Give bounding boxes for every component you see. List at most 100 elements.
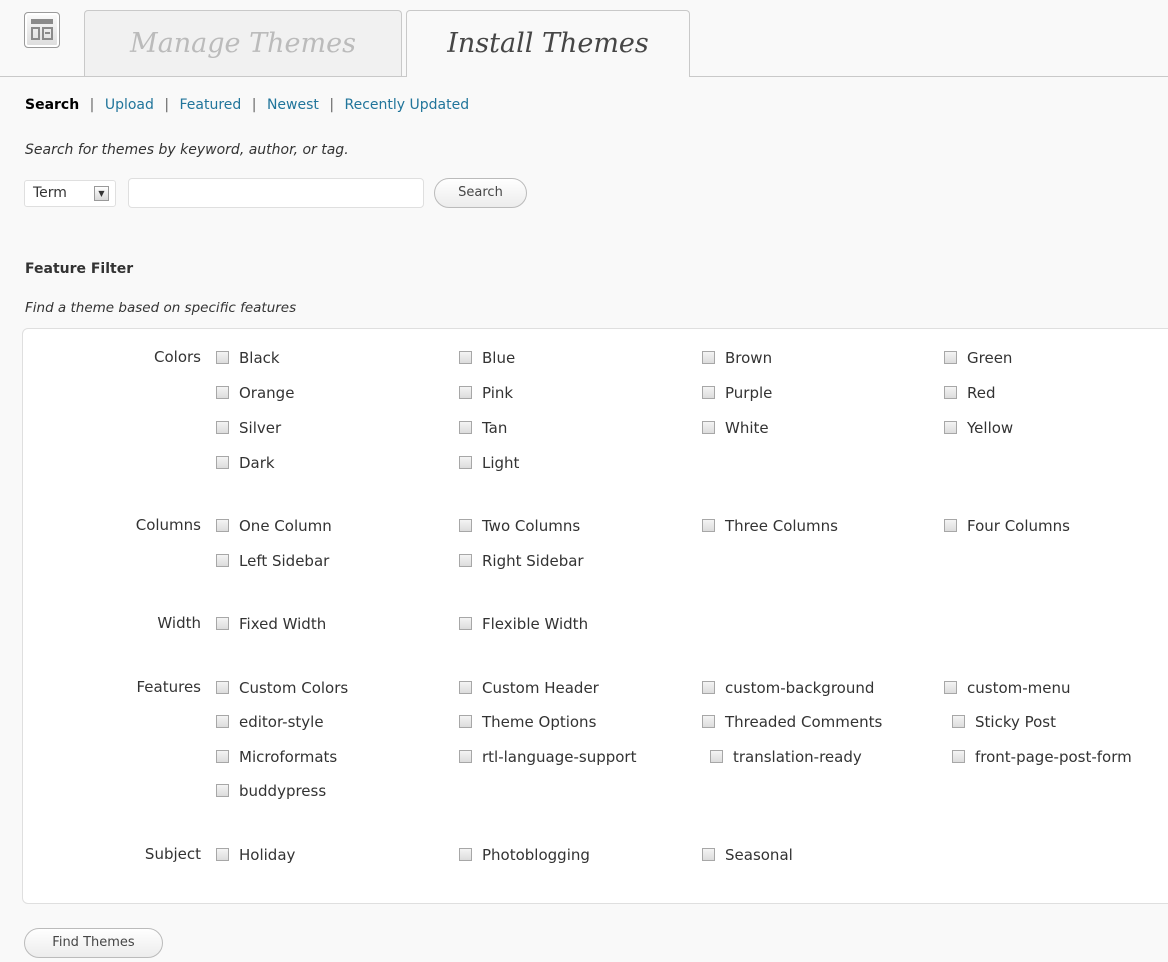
filter-checkbox[interactable] — [944, 519, 957, 532]
filter-checkbox[interactable] — [216, 519, 229, 532]
filter-checkbox[interactable] — [944, 681, 957, 694]
filter-option-label: Green — [967, 349, 1013, 367]
filter-option-label: Four Columns — [967, 517, 1070, 535]
filter-checkbox[interactable] — [216, 784, 229, 797]
filter-group-label-columns: Columns — [135, 516, 201, 534]
search-input[interactable] — [128, 178, 424, 208]
filter-option-label: Tan — [482, 419, 508, 437]
filter-option-label: custom-menu — [967, 679, 1071, 697]
filter-checkbox[interactable] — [459, 386, 472, 399]
filter-checkbox[interactable] — [944, 351, 957, 364]
filter-checkbox[interactable] — [216, 750, 229, 763]
filter-option-label: front-page-post-form — [975, 748, 1132, 766]
filter-checkbox[interactable] — [216, 617, 229, 630]
subnav-separator: | — [251, 97, 257, 113]
filter-option-label: Purple — [725, 384, 773, 402]
filter-checkbox[interactable] — [944, 421, 957, 434]
filter-checkbox[interactable] — [710, 750, 723, 763]
subnav-link-newest[interactable]: Newest — [267, 97, 319, 113]
filter-checkbox[interactable] — [216, 351, 229, 364]
filter-checkbox[interactable] — [216, 848, 229, 861]
filter-option-label: Silver — [239, 419, 282, 437]
filter-checkbox[interactable] — [216, 456, 229, 469]
filter-checkbox[interactable] — [459, 421, 472, 434]
filter-option-label: Light — [482, 454, 520, 472]
subnav-separator: | — [89, 97, 95, 113]
filter-checkbox[interactable] — [459, 617, 472, 630]
subnav-link-featured[interactable]: Featured — [180, 97, 242, 113]
filter-checkbox[interactable] — [216, 386, 229, 399]
filter-option-label: Custom Colors — [239, 679, 349, 697]
dropdown-arrow-icon: ▼ — [94, 186, 109, 201]
filter-option-label: Pink — [482, 384, 514, 402]
filter-group-label-subject: Subject — [144, 845, 201, 863]
filter-option-label: buddypress — [239, 782, 327, 800]
filter-option-label: Theme Options — [482, 713, 597, 731]
feature-filter-title: Feature Filter — [25, 261, 134, 277]
search-help-text: Search for themes by keyword, author, or… — [25, 142, 349, 158]
filter-checkbox[interactable] — [459, 848, 472, 861]
filter-checkbox[interactable] — [459, 351, 472, 364]
filter-option-label: Dark — [239, 454, 275, 472]
filter-option-label: Seasonal — [725, 846, 793, 864]
filter-group-label-features: Features — [136, 678, 202, 696]
filter-option-label: Right Sidebar — [482, 552, 584, 570]
filter-checkbox[interactable] — [216, 681, 229, 694]
filter-option-label: editor-style — [239, 713, 324, 731]
filter-checkbox[interactable] — [459, 456, 472, 469]
filter-option-label: rtl-language-support — [482, 748, 637, 766]
filter-option-label: Photoblogging — [482, 846, 590, 864]
search-type-value: Term — [33, 185, 67, 201]
filter-option-label: Sticky Post — [975, 713, 1056, 731]
search-type-select[interactable]: Term ▼ — [24, 180, 116, 207]
filter-checkbox[interactable] — [216, 715, 229, 728]
tab-manage-themes[interactable]: Manage Themes — [84, 10, 402, 76]
filter-group-label-width: Width — [157, 614, 201, 632]
subnav-search-current: Search — [25, 97, 80, 113]
filter-option-label: One Column — [239, 517, 332, 535]
filter-option-label: Flexible Width — [482, 615, 589, 633]
filter-option-label: Two Columns — [482, 517, 581, 535]
filter-option-label: Threaded Comments — [725, 713, 883, 731]
filter-checkbox[interactable] — [952, 750, 965, 763]
filter-option-label: Left Sidebar — [239, 552, 330, 570]
filter-checkbox[interactable] — [702, 386, 715, 399]
filter-checkbox[interactable] — [952, 715, 965, 728]
filter-option-label: Custom Header — [482, 679, 599, 697]
filter-group-label-colors: Colors — [154, 348, 201, 366]
filter-option-label: Brown — [725, 349, 773, 367]
filter-checkbox[interactable] — [459, 554, 472, 567]
subnav-link-upload[interactable]: Upload — [105, 97, 154, 113]
filter-option-label: Yellow — [967, 419, 1014, 437]
subnav-separator: | — [329, 97, 335, 113]
filter-checkbox[interactable] — [459, 715, 472, 728]
filter-checkbox[interactable] — [702, 519, 715, 532]
filter-checkbox[interactable] — [702, 715, 715, 728]
filter-checkbox[interactable] — [944, 386, 957, 399]
tab-install-themes[interactable]: Install Themes — [406, 10, 690, 77]
filter-checkbox[interactable] — [216, 421, 229, 434]
filter-checkbox[interactable] — [459, 750, 472, 763]
filter-option-label: Blue — [482, 349, 516, 367]
filter-option-label: Holiday — [239, 846, 296, 864]
filter-checkbox[interactable] — [459, 519, 472, 532]
appearance-icon — [24, 12, 60, 48]
filter-option-label: Three Columns — [725, 517, 838, 535]
filter-option-label: Microformats — [239, 748, 338, 766]
filter-checkbox[interactable] — [702, 681, 715, 694]
subnav-link-recently-updated[interactable]: Recently Updated — [345, 97, 470, 113]
filter-option-label: Fixed Width — [239, 615, 327, 633]
filter-option-label: Black — [239, 349, 280, 367]
filter-option-label: Red — [967, 384, 996, 402]
search-button[interactable]: Search — [434, 178, 527, 208]
feature-filter-help: Find a theme based on specific features — [25, 300, 297, 316]
filter-checkbox[interactable] — [702, 421, 715, 434]
filter-checkbox[interactable] — [702, 848, 715, 861]
filter-checkbox[interactable] — [216, 554, 229, 567]
find-themes-button[interactable]: Find Themes — [24, 928, 163, 958]
filter-checkbox[interactable] — [702, 351, 715, 364]
subnav-separator: | — [164, 97, 170, 113]
feature-filter-box: Colors Black Blue Brown Green Orange Pink Purpl… — [22, 328, 1168, 904]
filter-checkbox[interactable] — [459, 681, 472, 694]
filter-option-label: Orange — [239, 384, 295, 402]
